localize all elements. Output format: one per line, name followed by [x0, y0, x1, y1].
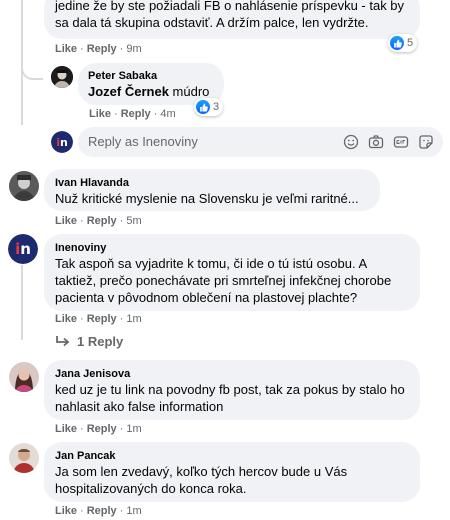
like-icon: [196, 100, 210, 114]
reaction-count: 5: [407, 37, 414, 49]
reaction-badge[interactable]: 3: [194, 98, 224, 116]
avatar-photo: [9, 171, 39, 201]
reply-button[interactable]: Reply: [87, 423, 117, 435]
avatar[interactable]: [9, 362, 39, 392]
avatar-photo: [9, 362, 39, 392]
emoji-icon[interactable]: [343, 134, 359, 150]
timestamp[interactable]: 9m: [126, 43, 141, 55]
comment-actions: Like · Reply · 1m: [55, 313, 142, 325]
avatar[interactable]: in: [8, 234, 38, 264]
comment-actions: Like · Reply · 9m: [55, 43, 142, 55]
like-button[interactable]: Like: [55, 505, 77, 517]
reaction-badge[interactable]: 5: [388, 34, 418, 52]
reply-button[interactable]: Reply: [87, 313, 117, 325]
inenoviny-logo: in: [51, 131, 73, 153]
like-button[interactable]: Like: [55, 43, 77, 55]
comment-text: Nuž kritické myslenie na Slovensku je ve…: [55, 191, 359, 206]
comment-actions: Like · Reply · 4m: [89, 108, 176, 120]
comment-bubble: Jana Jenisova ked uz je tu link na povod…: [44, 360, 420, 420]
thread-curve: [21, 60, 43, 80]
timestamp[interactable]: 1m: [126, 423, 141, 435]
camera-icon[interactable]: [368, 134, 384, 150]
comment-author[interactable]: Peter Sabaka: [88, 69, 214, 83]
mention-link[interactable]: Jozef Černek: [88, 84, 169, 99]
reaction-count: 3: [213, 101, 220, 113]
reply-button[interactable]: Reply: [87, 505, 117, 517]
comment-text: múdro: [172, 84, 210, 99]
timestamp[interactable]: 1m: [126, 313, 141, 325]
comment-bubble: Inenoviny Tak aspoň sa vyjadrite k tomu,…: [44, 234, 420, 311]
comment-bubble: Jan Pancak Ja som len zvedavý, koľko týc…: [44, 442, 420, 502]
avatar[interactable]: [9, 171, 39, 201]
like-button[interactable]: Like: [55, 215, 77, 227]
reply-placeholder: Reply as Inenoviny: [88, 134, 198, 149]
gif-icon[interactable]: [393, 134, 409, 150]
avatar[interactable]: [51, 66, 73, 88]
timestamp[interactable]: 5m: [126, 215, 141, 227]
reply-button[interactable]: Reply: [87, 215, 117, 227]
avatar-photo: [51, 66, 73, 88]
like-icon: [390, 36, 404, 50]
view-replies-link[interactable]: 1 Reply: [55, 334, 123, 349]
comment-text: jedine že by ste požiadali FB o nahlásen…: [55, 0, 405, 30]
comment-author[interactable]: Ivan Hlavanda: [55, 176, 369, 190]
comment-actions: Like · Reply · 1m: [55, 423, 142, 435]
comment-bubble: jedine že by ste požiadali FB o nahlásen…: [44, 0, 420, 39]
avatar[interactable]: in: [51, 131, 73, 153]
comment-author[interactable]: Inenoviny: [55, 241, 409, 255]
like-button[interactable]: Like: [55, 313, 77, 325]
reply-button[interactable]: Reply: [121, 108, 151, 120]
comment-author[interactable]: Jan Pancak: [55, 449, 409, 463]
reply-arrow-icon: [55, 335, 71, 349]
avatar-photo: [9, 443, 39, 473]
timestamp[interactable]: 4m: [160, 108, 175, 120]
avatar[interactable]: [9, 443, 39, 473]
comment-author[interactable]: Jana Jenisova: [55, 367, 409, 381]
reply-button[interactable]: Reply: [87, 43, 117, 55]
inenoviny-logo: in: [8, 234, 38, 264]
reply-input[interactable]: Reply as Inenoviny: [78, 127, 443, 157]
comment-bubble: Ivan Hlavanda Nuž kritické myslenie na S…: [44, 169, 380, 211]
comment-actions: Like · Reply · 1m: [55, 505, 142, 517]
view-replies-label: 1 Reply: [77, 334, 124, 349]
like-button[interactable]: Like: [55, 423, 77, 435]
comment-text: Ja som len zvedavý, koľko tých hercov bu…: [55, 464, 348, 496]
comment-text: Tak aspoň sa vyjadrite k tomu, či ide o …: [55, 256, 392, 305]
comment-actions: Like · Reply · 5m: [55, 215, 142, 227]
like-button[interactable]: Like: [89, 108, 111, 120]
sticker-icon[interactable]: [418, 134, 434, 150]
thread-line: [21, 265, 23, 340]
timestamp[interactable]: 1m: [126, 505, 141, 517]
comment-text: ked uz je tu link na povodny fb post, ta…: [55, 382, 405, 414]
